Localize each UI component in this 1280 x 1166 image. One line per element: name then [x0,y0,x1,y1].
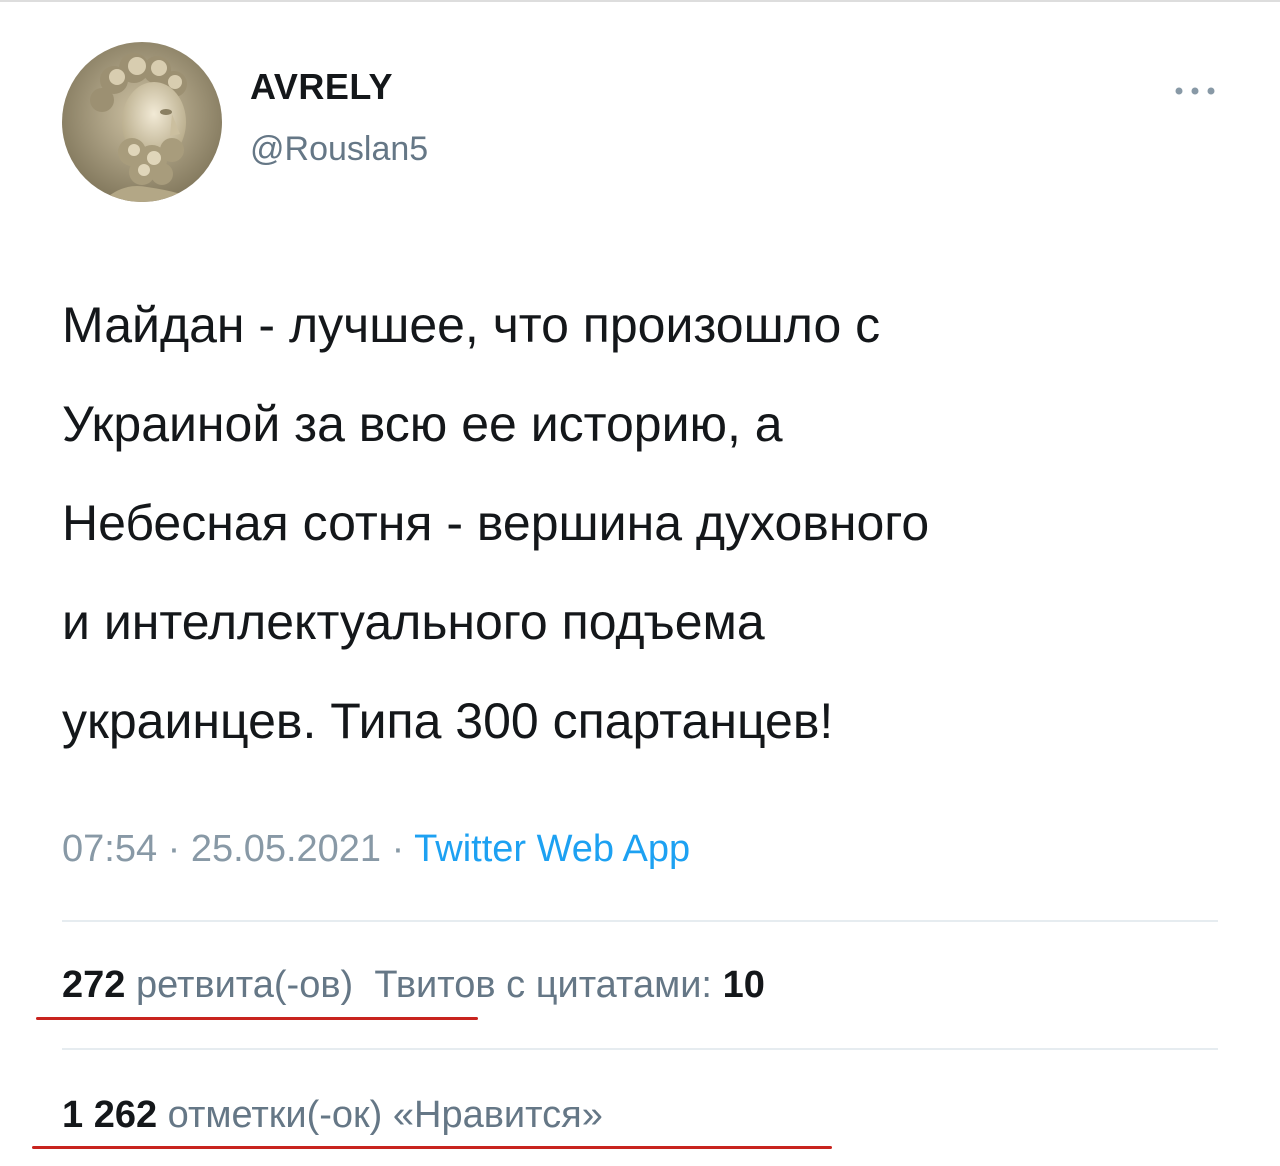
annotation-underline [32,1146,832,1149]
divider [62,1048,1218,1050]
quotes-count: 10 [722,964,765,1006]
tweet-date: 25.05.2021 [190,828,382,870]
quotes-label: Твитов с цитатами: [374,964,712,1006]
top-border [0,0,1280,2]
likes-count: 1 262 [62,1094,158,1136]
annotation-underline [36,1017,478,1020]
marble-bust-icon [62,42,222,202]
retweets-stat[interactable]: 272 ретвита(-ов) [62,964,353,1006]
author-display-name[interactable]: AVRELY [250,66,393,108]
retweets-count: 272 [62,964,126,1006]
meta-separator: · [381,828,415,870]
tweet-meta: 07:54 · 25.05.2021 · Twitter Web App [62,828,690,871]
likes-label: отметки(-ок) «Нравится» [167,1094,603,1136]
divider [62,920,1218,922]
stats-row-retweets: 272 ретвита(-ов) Твитов с цитатами: 10 [62,964,765,1007]
stats-row-likes: 1 262 отметки(-ок) «Нравится» [62,1094,603,1137]
likes-stat[interactable]: 1 262 отметки(-ок) «Нравится» [62,1094,603,1136]
author-handle[interactable]: @Rouslan5 [250,130,428,169]
meta-separator: · [157,828,191,870]
more-dots-icon[interactable] [1170,76,1220,106]
author-avatar[interactable] [62,42,222,202]
tweet-text: Майдан - лучшее, что произошло с Украино… [62,297,930,749]
quotes-stat[interactable]: Твитов с цитатами: 10 [374,964,765,1006]
retweets-label: ретвита(-ов) [135,964,354,1006]
tweet-source-link[interactable]: Twitter Web App [414,828,690,870]
tweet-time: 07:54 [62,828,158,870]
